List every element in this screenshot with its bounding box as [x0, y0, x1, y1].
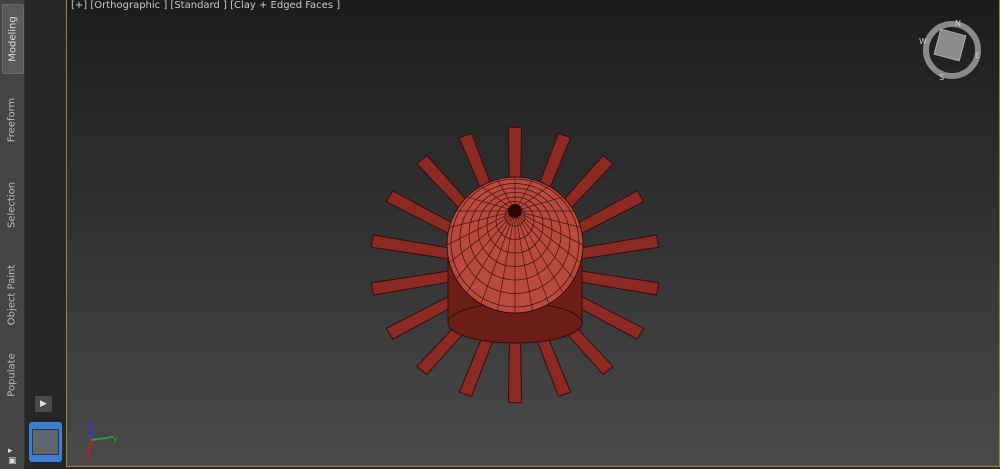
svg-text:S: S — [939, 73, 944, 82]
svg-text:y: y — [113, 434, 118, 443]
fan-blade — [572, 269, 660, 296]
tab-modeling[interactable]: Modeling — [2, 4, 24, 74]
viewcube-icon[interactable]: N E W S — [919, 19, 981, 82]
tab-object-paint[interactable]: Object Paint — [2, 250, 22, 340]
svg-text:x: x — [85, 453, 90, 462]
viewport[interactable]: [+] [Orthographic ] [Standard ] [Clay + … — [66, 0, 1000, 467]
svg-text:W: W — [919, 37, 927, 46]
fan-object[interactable] — [370, 126, 660, 404]
tab-populate[interactable]: Populate — [2, 345, 22, 405]
ribbon-minimize-button[interactable] — [29, 422, 62, 462]
command-ribbon: Modeling Freeform Selection Object Paint… — [0, 0, 25, 469]
axis-tripod: z y x — [85, 421, 118, 462]
svg-text:z: z — [89, 421, 93, 430]
fan-blade — [572, 234, 660, 261]
ribbon-toggle-button[interactable]: ▸ ▣ — [8, 446, 17, 466]
tab-freeform[interactable]: Freeform — [2, 80, 22, 160]
svg-text:E: E — [975, 51, 980, 60]
svg-text:N: N — [955, 19, 961, 28]
fan-blade — [370, 269, 458, 296]
play-icon[interactable]: ▶ — [35, 396, 52, 412]
tab-selection[interactable]: Selection — [2, 165, 22, 245]
viewport-scene: z y x N E W S — [85, 19, 981, 462]
fan-blade — [370, 234, 458, 261]
